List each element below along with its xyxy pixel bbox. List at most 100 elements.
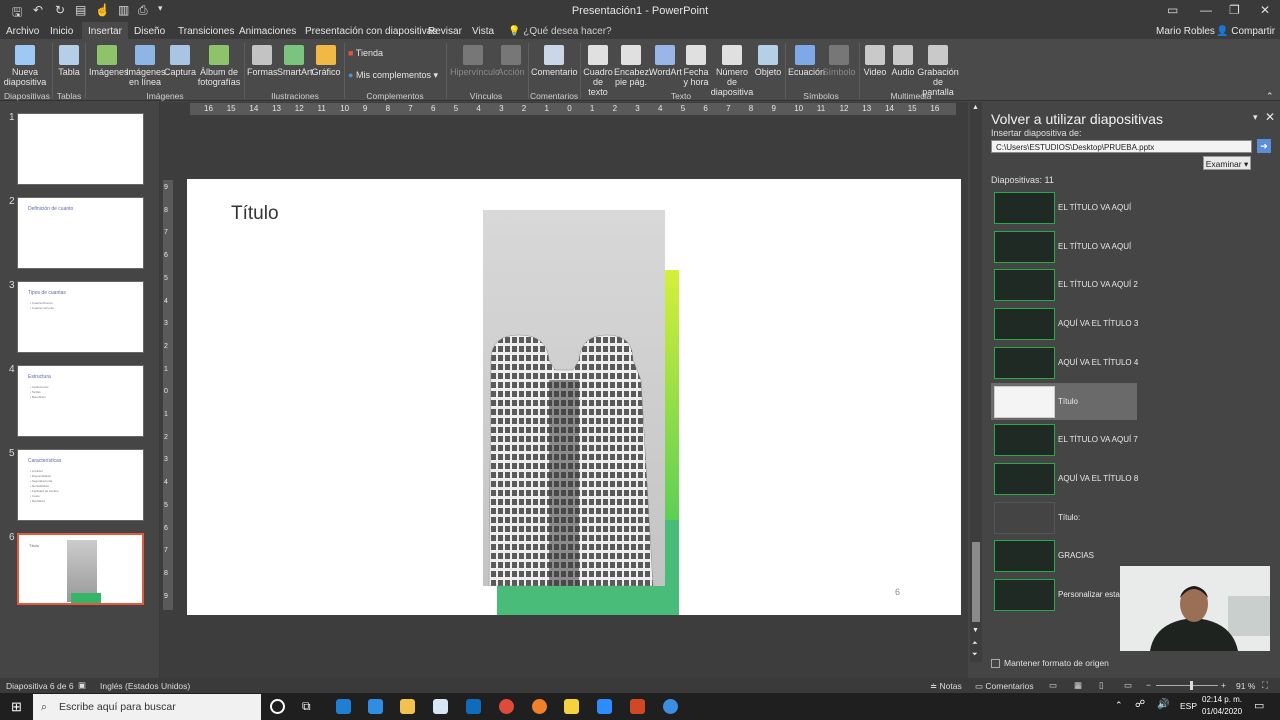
scroll-up-icon[interactable]: ▲ <box>972 104 979 111</box>
slide-thumbnail-3[interactable]: Tipos de cuantas • Cuanta Ahorros • Cuan… <box>17 281 144 353</box>
tab-vista[interactable]: Vista <box>472 26 494 37</box>
clock-date[interactable]: 01/04/2020 <box>1202 707 1242 716</box>
powerpoint-taskbar-icon[interactable] <box>630 699 645 714</box>
slide-number-button[interactable]: Número de diapositiva <box>710 45 754 97</box>
building-image[interactable] <box>483 210 665 587</box>
store-app-icon[interactable] <box>433 699 448 714</box>
zoom-app-icon[interactable] <box>597 699 612 714</box>
slide-thumbnail-6[interactable]: Título <box>17 533 144 605</box>
browse-button[interactable]: Examinar ▾ <box>1203 156 1251 170</box>
tab-inicio[interactable]: Inicio <box>50 26 73 37</box>
scroll-down-icon[interactable]: ▼ <box>972 627 979 634</box>
reusable-slide-item[interactable]: EL TÍTULO VA AQUÍ 7 <box>991 421 1138 458</box>
language-status[interactable]: Inglés (Estados Unidos) <box>100 681 190 691</box>
audio-button[interactable]: Audio <box>889 45 917 77</box>
cortana-icon[interactable] <box>270 699 285 714</box>
header-footer-button[interactable]: Encabez. pie pág. <box>614 45 652 87</box>
reusable-slide-item[interactable]: Título <box>991 382 1137 420</box>
input-language[interactable]: ESP <box>1180 701 1197 711</box>
checkbox-icon[interactable] <box>991 659 1000 669</box>
normal-view-icon[interactable]: ▭ <box>1049 680 1057 691</box>
slideshow-icon[interactable]: ▭ <box>1124 680 1132 691</box>
fit-slide-icon[interactable]: ⛶ <box>1262 680 1268 691</box>
slide-thumbnail-2[interactable]: Definición de cuanto <box>17 197 144 269</box>
zoom-slider[interactable] <box>1156 681 1218 690</box>
scroll-thumb[interactable] <box>972 542 980 622</box>
screenshot-button[interactable]: Captura <box>164 45 196 77</box>
zoom-in-icon[interactable]: + <box>1221 680 1226 690</box>
reusable-slide-item[interactable]: Personalizar esta... <box>991 576 1137 613</box>
edge-icon[interactable] <box>336 699 351 714</box>
reusable-slide-item[interactable]: GRACIAS <box>991 537 1137 574</box>
zoom-slider-thumb[interactable] <box>1189 681 1193 690</box>
tell-me-box[interactable]: 💡 ¿Qué desea hacer? <box>508 26 612 37</box>
slide-thumbnail-1[interactable] <box>17 113 144 185</box>
tab-animaciones[interactable]: Animaciones <box>239 26 296 37</box>
reusable-slide-item[interactable]: EL TÍTULO VA AQUÍ 2 <box>991 266 1138 303</box>
wordart-button[interactable]: WordArt <box>649 45 682 77</box>
gradient-bar[interactable] <box>665 270 679 520</box>
taskbar-search-box[interactable]: ⌕ Escribe aquí para buscar <box>33 694 261 720</box>
show-hidden-icons-icon[interactable]: ⌃ <box>1115 700 1123 711</box>
object-button[interactable]: Objeto <box>754 45 782 77</box>
internet-explorer-icon[interactable] <box>368 699 383 714</box>
outlook-icon[interactable] <box>466 699 481 714</box>
new-slide-button[interactable]: Nueva diapositiva <box>2 45 48 87</box>
pane-close-icon[interactable]: ✕ <box>1265 110 1275 124</box>
collapse-ribbon-icon[interactable]: ⌃ <box>1266 91 1274 102</box>
notes-button[interactable]: ≐ Notas <box>930 681 962 692</box>
firefox-icon[interactable] <box>532 699 547 714</box>
reusable-slide-item[interactable]: EL TÍTULO VA AQUÍ <box>991 189 1137 226</box>
tab-revisar[interactable]: Revisar <box>428 26 462 37</box>
spelling-icon[interactable]: ▣ <box>78 680 86 691</box>
windows-start-icon[interactable]: ⊞ <box>11 699 22 715</box>
slide-thumbnail-5[interactable]: Características • Liquidez • Disponibili… <box>17 449 144 521</box>
volume-icon[interactable]: 🔊 <box>1157 699 1169 710</box>
hyperlink-button[interactable]: Hipervínculo <box>450 45 500 77</box>
shapes-button[interactable]: Formas <box>247 45 278 77</box>
keep-format-checkbox[interactable]: Mantener formato de origen <box>991 658 1109 669</box>
screen-recording-button[interactable]: Grabación de pantalla <box>917 45 959 97</box>
pane-options-icon[interactable]: ▾ <box>1253 112 1258 123</box>
pictures-button[interactable]: Imágenes <box>89 45 129 77</box>
slide-canvas[interactable]: Título 6 <box>187 179 961 615</box>
video-button[interactable]: Video <box>862 45 888 77</box>
chart-button[interactable]: Gráfico <box>311 45 341 77</box>
text-box-button[interactable]: Cuadro de texto <box>583 45 613 97</box>
store-button[interactable]: ■ Tienda <box>348 48 383 58</box>
reading-view-icon[interactable]: ▯ <box>1099 680 1104 691</box>
smartart-button[interactable]: SmartArt <box>277 45 313 77</box>
tab-transiciones[interactable]: Transiciones <box>178 26 234 37</box>
online-pictures-button[interactable]: Imágenes en línea <box>126 45 166 87</box>
notifications-icon[interactable]: ▭ <box>1254 699 1264 712</box>
symbol-button[interactable]: Símbolo <box>822 45 856 77</box>
close-icon[interactable]: ✕ <box>1260 3 1270 17</box>
zoom-out-icon[interactable]: − <box>1146 680 1151 690</box>
slide-title[interactable]: Título <box>231 203 279 225</box>
ribbon-display-icon[interactable]: ▭ <box>1167 3 1178 17</box>
slide-sorter-icon[interactable]: ▦ <box>1074 680 1082 691</box>
clock-time[interactable]: 02:14 p. m. <box>1202 695 1242 704</box>
reusable-slide-item[interactable]: AQUÍ VA EL TÍTULO 4 <box>991 344 1138 381</box>
slide-thumbnail-4[interactable]: Estructura • Instituciones • Tarifas • B… <box>17 365 144 437</box>
horizontal-ruler[interactable]: 16 15 14 13 12 11 10 9 8 7 6 5 4 3 2 1 0 1 2 3 4 5 6 7 8 9 10 11 12 1… <box>190 103 956 115</box>
network-icon[interactable]: ☍ <box>1135 699 1145 710</box>
photo-album-button[interactable]: Álbum de fotografías <box>197 45 241 87</box>
tab-insertar[interactable]: Insertar <box>82 22 128 39</box>
app-icon[interactable] <box>663 699 678 714</box>
restore-icon[interactable]: ❐ <box>1229 3 1240 17</box>
reusable-slide-item[interactable]: AQUÍ VA EL TÍTULO 3 <box>991 305 1138 342</box>
reusable-slide-item[interactable]: EL TÍTULO VA AQUÍ <box>991 228 1137 265</box>
date-time-button[interactable]: Fecha y hora <box>682 45 710 87</box>
vertical-ruler[interactable]: 9 8 7 6 5 4 3 2 1 0 1 2 3 4 5 6 7 8 9 <box>163 180 173 610</box>
reusable-slide-item[interactable]: Título: <box>991 499 1137 536</box>
zoom-level[interactable]: 91 % <box>1236 681 1255 691</box>
previous-slide-icon[interactable]: ⏶ <box>972 640 978 648</box>
my-addins-button[interactable]: ● Mis complementos ▾ <box>348 70 438 80</box>
action-button[interactable]: Acción <box>497 45 525 77</box>
equation-button[interactable]: Ecuación <box>788 45 825 77</box>
share-button[interactable]: 👤 Compartir <box>1216 26 1275 37</box>
path-input[interactable]: C:\Users\ESTUDIOS\Desktop\PRUEBA.pptx <box>991 140 1252 153</box>
tab-archivo[interactable]: Archivo <box>6 26 39 37</box>
tab-diseno[interactable]: Diseño <box>134 26 165 37</box>
